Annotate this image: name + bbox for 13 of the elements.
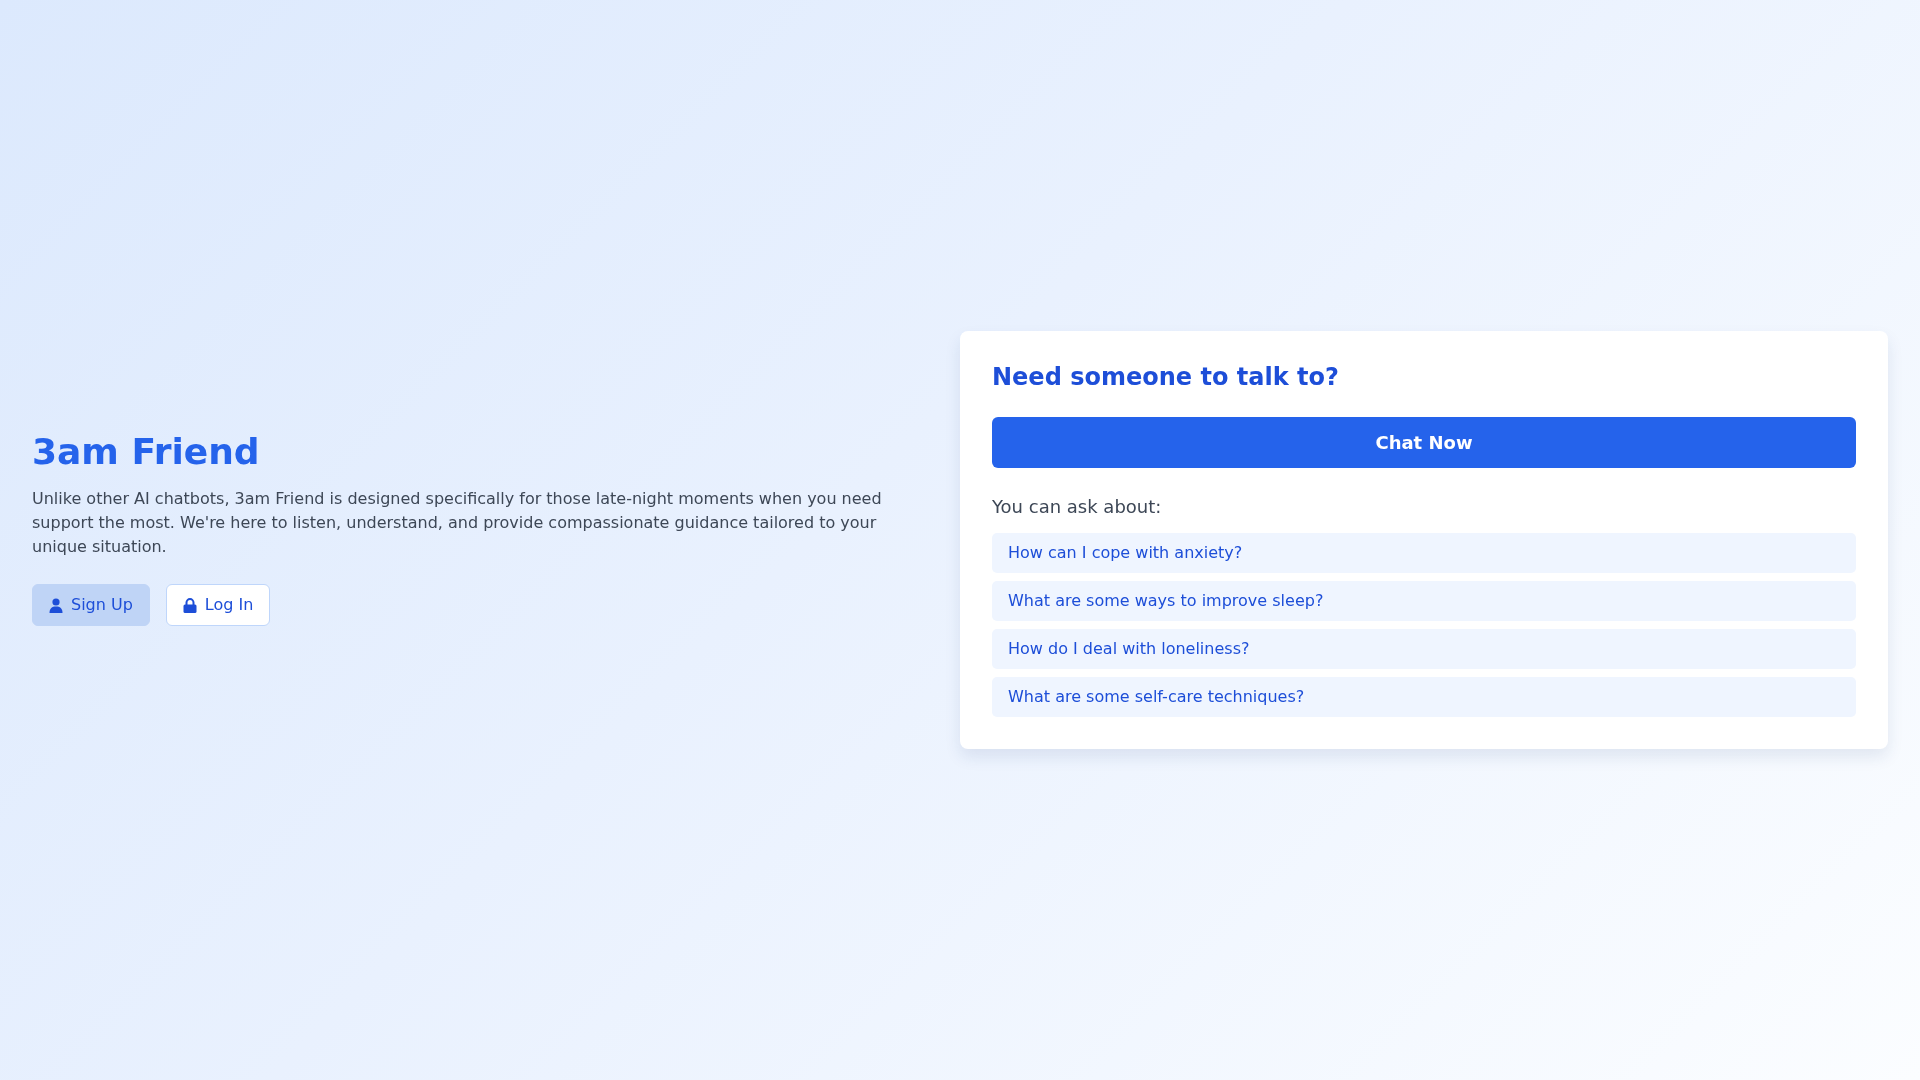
- log-in-button[interactable]: Log In: [165, 584, 271, 627]
- suggested-question[interactable]: How do I deal with loneliness?: [992, 629, 1856, 670]
- app-description: Unlike other AI chatbots, 3am Friend is designed specifically for those late-night moments when you need support the most. We're here to listen, understand, and provide compassionate guidance tailored to your unique situation.: [32, 488, 883, 559]
- lock-icon: [182, 597, 197, 613]
- card-heading: Need someone to talk to?: [992, 362, 1340, 392]
- chat-now-button[interactable]: Chat Now: [992, 417, 1856, 469]
- suggested-question[interactable]: How can I cope with anxiety?: [992, 533, 1856, 574]
- person-icon: [49, 597, 63, 613]
- sign-up-button[interactable]: Sign Up: [32, 584, 150, 627]
- app-title: 3am Friend: [32, 429, 261, 474]
- suggestions-label: You can ask about:: [992, 495, 1163, 520]
- suggested-question[interactable]: What are some self-care techniques?: [992, 677, 1856, 718]
- suggested-question[interactable]: What are some ways to improve sleep?: [992, 581, 1856, 622]
